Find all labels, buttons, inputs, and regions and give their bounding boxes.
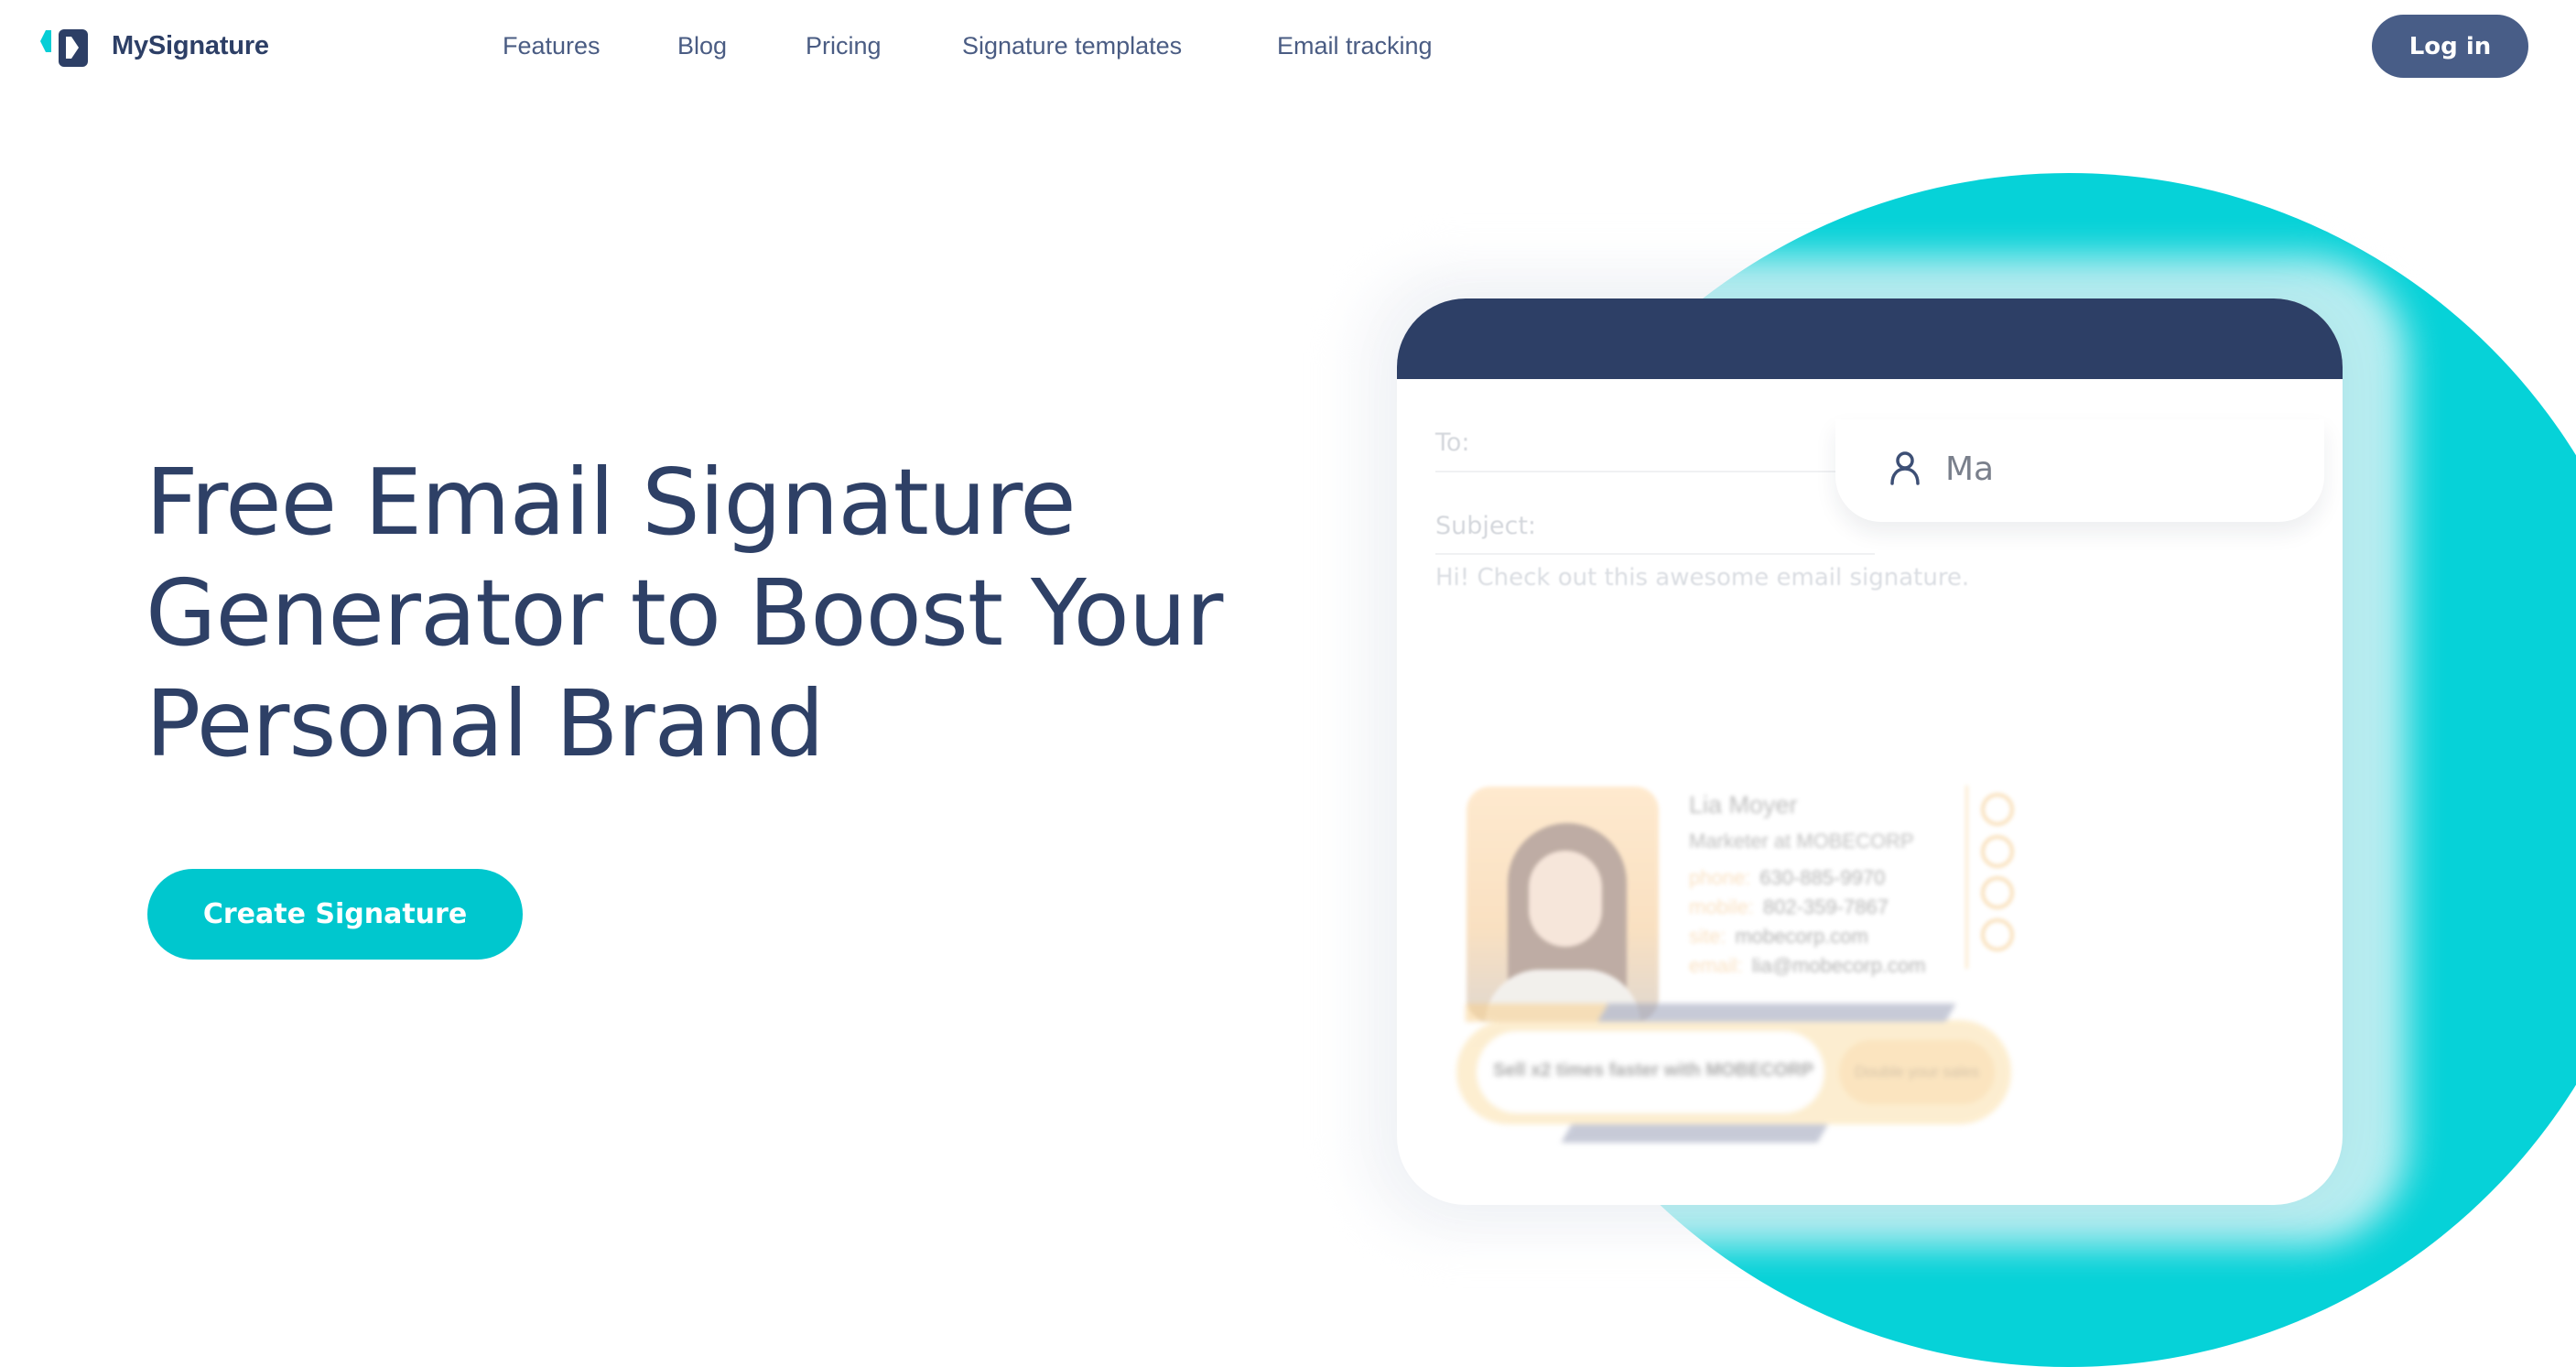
- signature-photo: [1467, 787, 1659, 1022]
- email-card-header: [1397, 298, 2343, 379]
- nav-blog[interactable]: Blog: [677, 29, 727, 62]
- signature-divider: [1965, 786, 1968, 969]
- hero-title-line: Free Email Signature: [146, 449, 1077, 556]
- linkedin-icon: [1981, 835, 2014, 868]
- brand-name[interactable]: MySignature: [112, 29, 269, 62]
- user-icon: [1890, 451, 1920, 485]
- signature-row: email: lia@mobecorp.com: [1689, 954, 1926, 978]
- signature-row: phone: 630-885-9970: [1689, 866, 1885, 890]
- hero-title-line: Personal Brand: [146, 670, 825, 777]
- autocomplete-input-text[interactable]: Ma: [1945, 450, 1994, 489]
- signature-row-label: phone:: [1689, 866, 1751, 889]
- signature-row-label: email:: [1689, 954, 1743, 977]
- create-signature-button[interactable]: Create Signature: [147, 869, 523, 960]
- nav-pricing[interactable]: Pricing: [806, 29, 882, 62]
- signature-row-value: 630-885-9970: [1759, 866, 1886, 889]
- mysignature-logo-icon: [40, 29, 88, 67]
- facebook-icon: [1981, 793, 2014, 826]
- login-button[interactable]: Log in: [2372, 15, 2528, 78]
- signature-row-label: mobile:: [1689, 895, 1754, 918]
- signature-title: Marketer at MOBECORP: [1689, 830, 1914, 852]
- instagram-icon: [1981, 918, 2014, 951]
- nav-features[interactable]: Features: [503, 29, 601, 62]
- banner-text: Sell x2 times faster with MOBECORP: [1493, 1060, 1814, 1080]
- subject-label: Subject:: [1435, 512, 1537, 540]
- nav-email-tracking[interactable]: Email tracking: [1277, 29, 1433, 62]
- signature-row-value: mobecorp.com: [1735, 925, 1868, 948]
- signature-banner: Sell x2 times faster with MOBECORP Doubl…: [1456, 1004, 2011, 1143]
- to-divider: [1435, 471, 1875, 472]
- banner-button: Double your sales: [1839, 1040, 1995, 1104]
- signature-name: Lia Moyer: [1689, 791, 1798, 819]
- email-body-text: Hi! Check out this awesome email signatu…: [1435, 564, 1970, 591]
- to-label: To:: [1435, 429, 1470, 457]
- signature-row: mobile: 802-359-7867: [1689, 895, 1889, 919]
- signature-row-label: site:: [1689, 925, 1726, 948]
- subject-divider: [1435, 553, 1875, 555]
- nav-signature-templates[interactable]: Signature templates: [962, 29, 1182, 62]
- signature-row-value: 802-359-7867: [1762, 895, 1889, 918]
- twitter-icon: [1981, 876, 2014, 909]
- hero-title: Free Email Signature Generator to Boost …: [146, 447, 1336, 779]
- signature-row: site: mobecorp.com: [1689, 925, 1868, 949]
- hero-title-line: Generator to Boost Your: [146, 559, 1223, 667]
- signature-row-value: lia@mobecorp.com: [1751, 954, 1926, 977]
- recipient-autocomplete: Ma: [1835, 419, 2324, 522]
